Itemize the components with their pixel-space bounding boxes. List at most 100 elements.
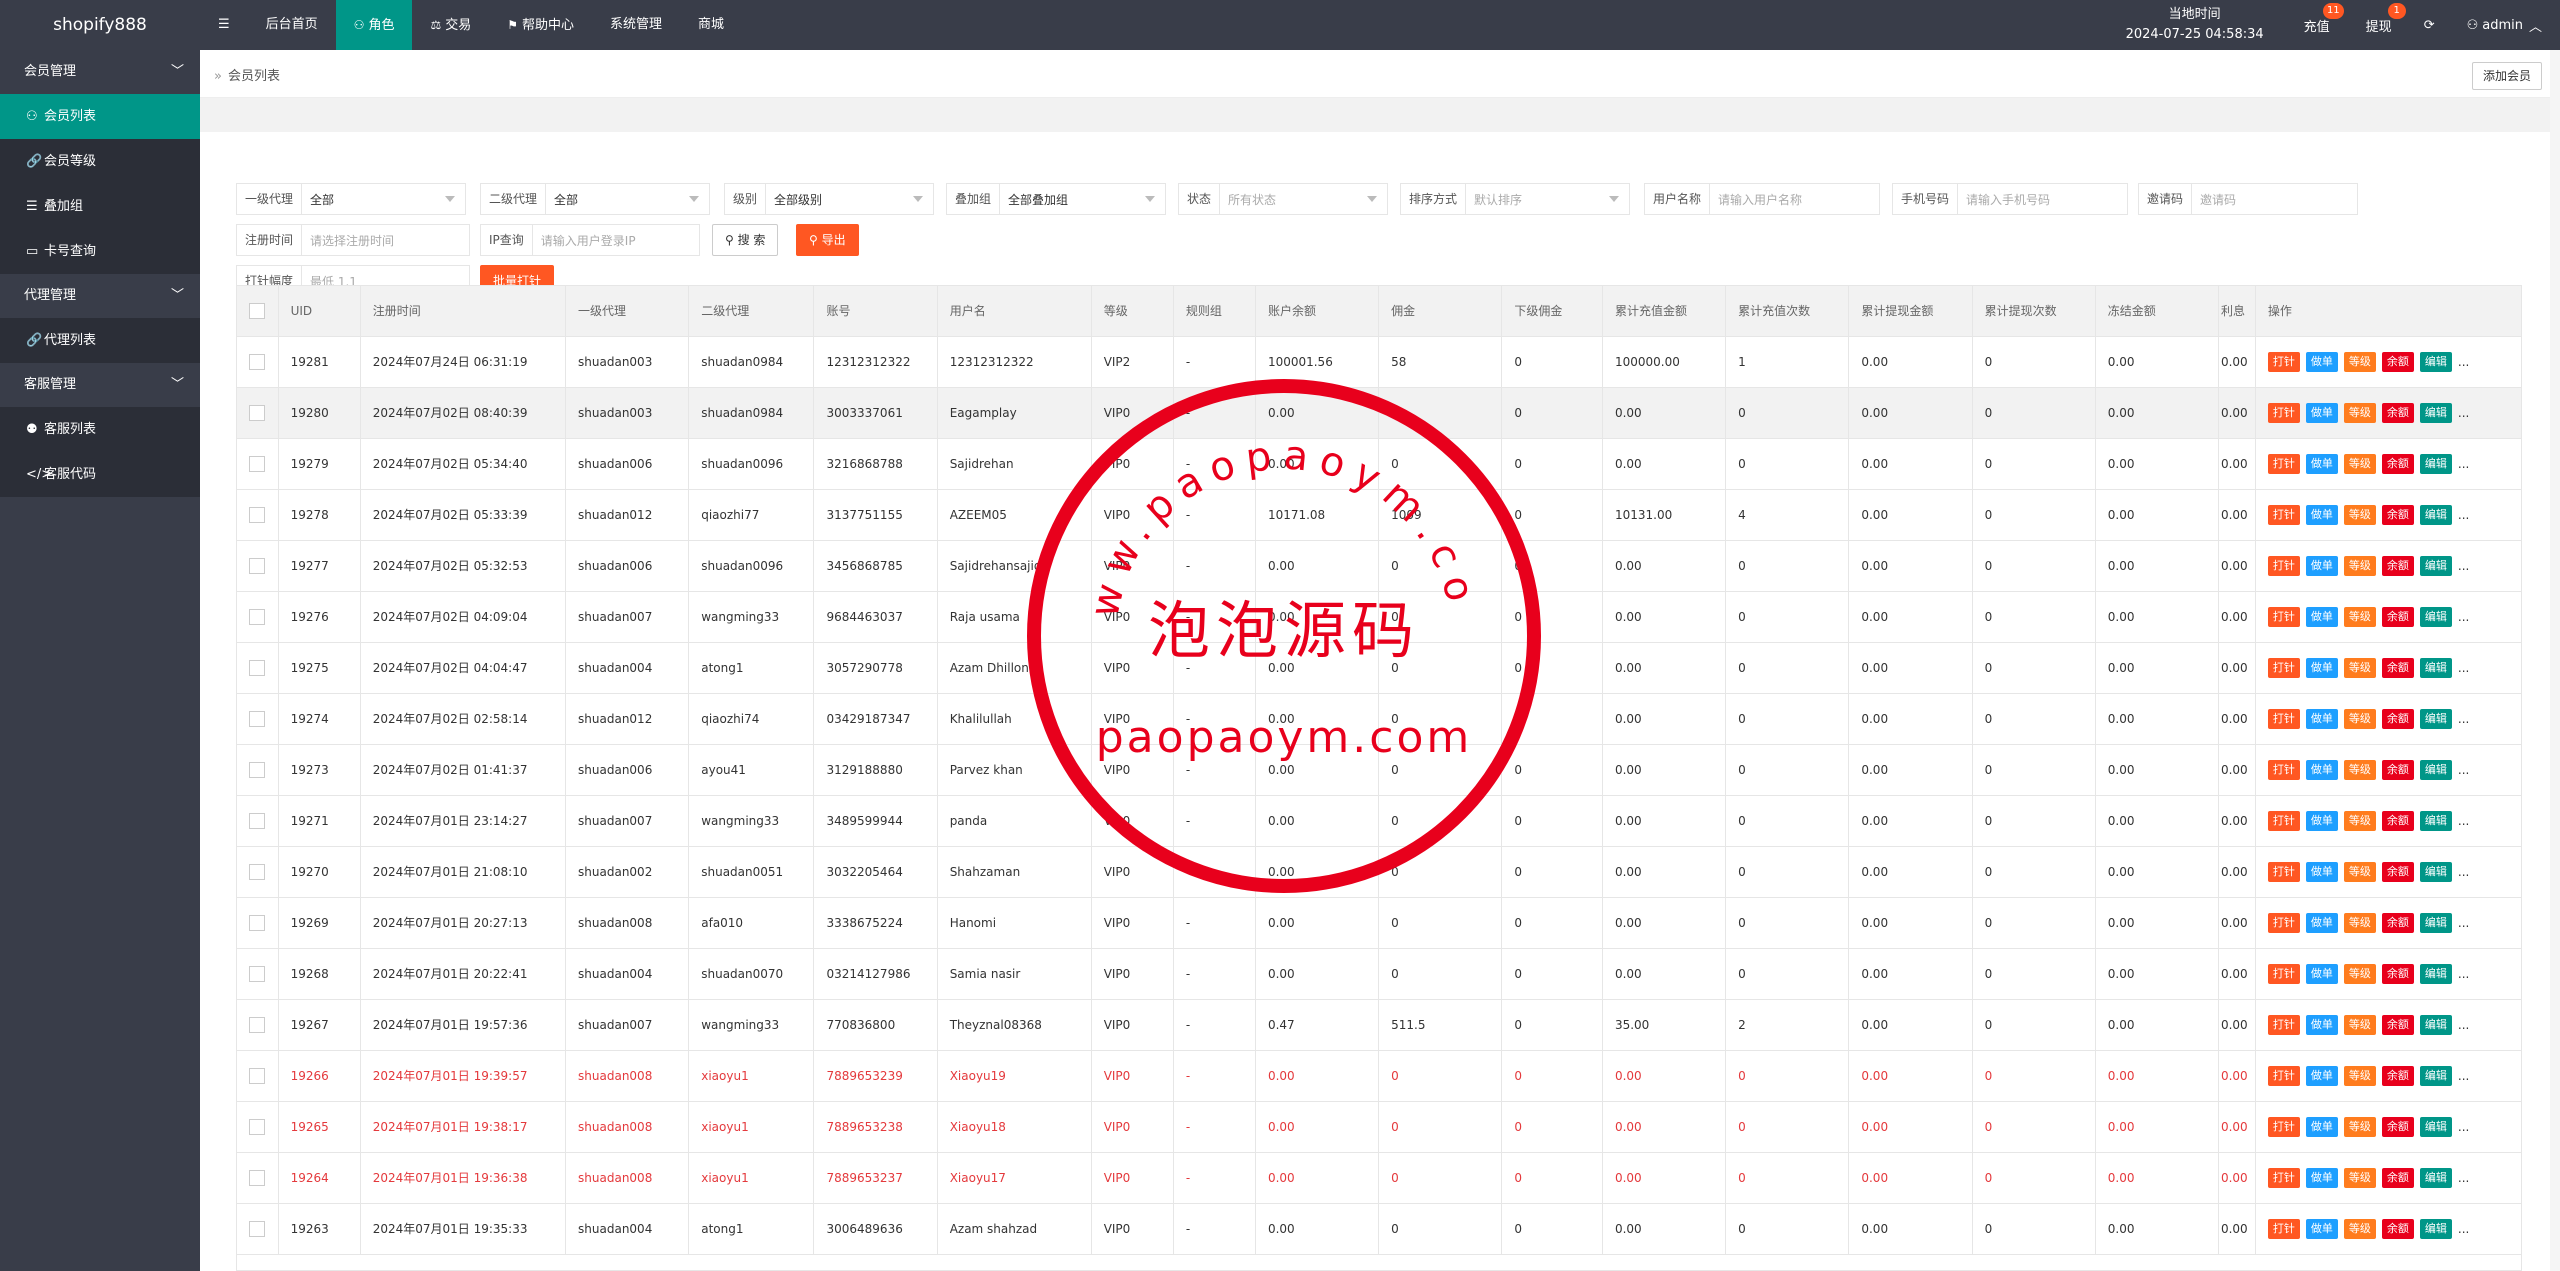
inject-button[interactable]: 打针 [2267,1218,2300,1239]
level-button[interactable]: 等级 [2343,1218,2376,1239]
column-header[interactable]: 账户余额 [1255,286,1380,337]
column-header[interactable]: 累计充值金额 [1602,286,1727,337]
balance-button[interactable]: 余额 [2381,402,2414,423]
row-checkbox[interactable] [249,710,265,727]
nav-mall[interactable]: 商城 [680,0,742,50]
column-header[interactable]: 规则组 [1173,286,1256,337]
edit-button[interactable]: 编辑 [2419,708,2452,729]
row-checkbox[interactable] [249,1118,265,1135]
more-actions-button[interactable]: ... [2458,967,2469,981]
row-checkbox[interactable] [249,659,265,676]
column-header[interactable]: 注册时间 [360,286,567,337]
order-button[interactable]: 做单 [2305,504,2338,525]
vertical-scrollbar[interactable] [2550,50,2560,1271]
inject-button[interactable]: 打针 [2267,810,2300,831]
balance-button[interactable]: 余额 [2381,1167,2414,1188]
order-button[interactable]: 做单 [2305,555,2338,576]
order-button[interactable]: 做单 [2305,963,2338,984]
row-checkbox[interactable] [249,1169,265,1186]
table-row[interactable]: 19275 2024年07月02日 04:04:47 shuadan004 atong… [237,642,2521,694]
edit-button[interactable]: 编辑 [2419,861,2452,882]
table-row[interactable]: 19271 2024年07月01日 23:14:27 shuadan007 wangm… [237,795,2521,847]
level-button[interactable]: 等级 [2343,657,2376,678]
order-button[interactable]: 做单 [2305,759,2338,780]
edit-button[interactable]: 编辑 [2419,453,2452,474]
level-button[interactable]: 等级 [2343,555,2376,576]
search-button[interactable]: ⚲ 搜 索 [712,224,779,256]
export-button[interactable]: ⚲ 导出 [796,224,859,256]
inject-button[interactable]: 打针 [2267,453,2300,474]
filter-status[interactable]: 状态 所有状态 [1178,183,1388,215]
table-row[interactable]: 19278 2024年07月02日 05:33:39 shuadan012 qiaoz… [237,489,2521,541]
nav-trade[interactable]: ⚖ 交易 [412,0,489,50]
row-checkbox[interactable] [249,608,265,625]
more-actions-button[interactable]: ... [2458,355,2469,369]
edit-button[interactable]: 编辑 [2419,555,2452,576]
edit-button[interactable]: 编辑 [2419,606,2452,627]
balance-button[interactable]: 余额 [2381,759,2414,780]
table-row[interactable]: 19280 2024年07月02日 08:40:39 shuadan003 shuad… [237,387,2521,439]
sidebar-item-stack-group[interactable]: ☰ 叠加组 [0,184,200,229]
order-button[interactable]: 做单 [2305,810,2338,831]
sidebar-item-service-list[interactable]: ⚉ 客服列表 [0,407,200,452]
balance-button[interactable]: 余额 [2381,1014,2414,1035]
filter-stack-group[interactable]: 叠加组 全部叠加组 [946,183,1166,215]
refresh-icon[interactable]: ⟳ [2410,0,2449,50]
inject-button[interactable]: 打针 [2267,861,2300,882]
row-checkbox[interactable] [249,1016,265,1033]
table-row[interactable]: 19270 2024年07月01日 21:08:10 shuadan002 shuad… [237,846,2521,898]
more-actions-button[interactable]: ... [2458,1120,2469,1134]
table-row[interactable]: 19265 2024年07月01日 19:38:17 shuadan008 xiaoy… [237,1101,2521,1153]
edit-button[interactable]: 编辑 [2419,1218,2452,1239]
phone-input[interactable]: 手机号码 请输入手机号码 [1892,183,2128,215]
inject-button[interactable]: 打针 [2267,657,2300,678]
balance-button[interactable]: 余额 [2381,1218,2414,1239]
balance-button[interactable]: 余额 [2381,1065,2414,1086]
level-button[interactable]: 等级 [2343,1065,2376,1086]
balance-button[interactable]: 余额 [2381,810,2414,831]
menu-toggle-button[interactable]: ☰ [200,0,248,50]
row-checkbox[interactable] [249,353,265,370]
balance-button[interactable]: 余额 [2381,453,2414,474]
balance-button[interactable]: 余额 [2381,861,2414,882]
column-header[interactable]: 冻结金额 [2095,286,2219,337]
sidebar-item-member-list[interactable]: ⚇ 会员列表 [0,94,200,139]
column-header[interactable]: 累计充值次数 [1725,286,1850,337]
edit-button[interactable]: 编辑 [2419,963,2452,984]
level-button[interactable]: 等级 [2343,810,2376,831]
balance-button[interactable]: 余额 [2381,912,2414,933]
level-button[interactable]: 等级 [2343,1014,2376,1035]
sidebar-item-service-code[interactable]: </>客服代码 [0,452,200,497]
more-actions-button[interactable]: ... [2458,712,2469,726]
edit-button[interactable]: 编辑 [2419,657,2452,678]
level-button[interactable]: 等级 [2343,351,2376,372]
column-header[interactable]: UID [278,286,361,337]
nav-help[interactable]: ⚑ 帮助中心 [489,0,592,50]
column-header[interactable]: 下级佣金 [1501,286,1603,337]
order-button[interactable]: 做单 [2305,402,2338,423]
order-button[interactable]: 做单 [2305,453,2338,474]
balance-button[interactable]: 余额 [2381,963,2414,984]
edit-button[interactable]: 编辑 [2419,504,2452,525]
row-checkbox[interactable] [249,506,265,523]
balance-button[interactable]: 余额 [2381,1116,2414,1137]
recharge-button[interactable]: 充值 11 [2286,0,2348,50]
inject-button[interactable]: 打针 [2267,504,2300,525]
order-button[interactable]: 做单 [2305,1218,2338,1239]
table-row[interactable]: 19269 2024年07月01日 20:27:13 shuadan008 afa01… [237,897,2521,949]
sidebar-group-agents[interactable]: 代理管理 ﹀ [0,274,200,318]
column-header[interactable]: 操作 [2255,286,2521,337]
level-button[interactable]: 等级 [2343,861,2376,882]
row-checkbox[interactable] [249,761,265,778]
inject-button[interactable]: 打针 [2267,759,2300,780]
filter-agent2[interactable]: 二级代理 全部 [480,183,710,215]
balance-button[interactable]: 余额 [2381,555,2414,576]
order-button[interactable]: 做单 [2305,861,2338,882]
withdraw-button[interactable]: 提现 1 [2348,0,2410,50]
inject-button[interactable]: 打针 [2267,1167,2300,1188]
select-all-checkbox[interactable] [249,302,265,319]
username-input[interactable]: 用户名称 请输入用户名称 [1644,183,1880,215]
row-checkbox[interactable] [249,404,265,421]
column-header[interactable]: 佣金 [1378,286,1503,337]
sidebar-item-card-query[interactable]: ▭ 卡号查询 [0,229,200,274]
